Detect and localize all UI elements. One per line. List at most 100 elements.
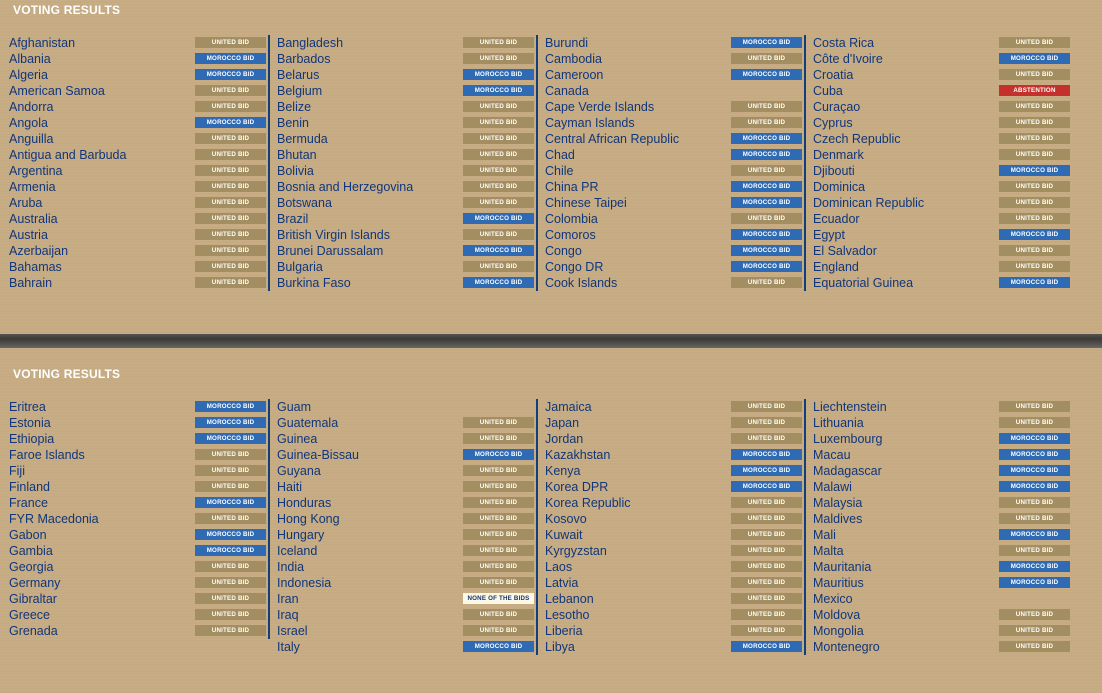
result-row: Italy MOROCCO BID bbox=[268, 639, 536, 655]
result-row: England UNITED BID bbox=[804, 259, 1072, 275]
result-row: Estonia MOROCCO BID bbox=[0, 415, 268, 431]
vote-badge: UNITED BID bbox=[999, 417, 1070, 428]
country-name: Bhutan bbox=[277, 148, 317, 162]
country-name: Guyana bbox=[277, 464, 321, 478]
vote-badge: MOROCCO BID bbox=[195, 529, 266, 540]
country-name: Burkina Faso bbox=[277, 276, 351, 290]
country-name: Kenya bbox=[545, 464, 581, 478]
vote-badge: UNITED BID bbox=[999, 641, 1070, 652]
result-row: Gibraltar UNITED BID bbox=[0, 591, 268, 607]
vote-badge: UNITED BID bbox=[463, 625, 534, 636]
vote-badge: UNITED BID bbox=[195, 101, 266, 112]
country-name: Azerbaijan bbox=[9, 244, 69, 258]
result-row: Burkina Faso MOROCCO BID bbox=[268, 275, 536, 291]
vote-badge: UNITED BID bbox=[999, 197, 1070, 208]
result-row: Georgia UNITED BID bbox=[0, 559, 268, 575]
result-row: Kenya MOROCCO BID bbox=[536, 463, 804, 479]
vote-badge: UNITED BID bbox=[999, 245, 1070, 256]
result-row: Djibouti MOROCCO BID bbox=[804, 163, 1072, 179]
country-name: Comoros bbox=[545, 228, 596, 242]
country-name: Latvia bbox=[545, 576, 579, 590]
vote-badge: UNITED BID bbox=[463, 561, 534, 572]
vote-badge: UNITED BID bbox=[463, 229, 534, 240]
country-name: Egypt bbox=[813, 228, 845, 242]
vote-badge: MOROCCO BID bbox=[731, 69, 802, 80]
vote-badge: MOROCCO BID bbox=[195, 117, 266, 128]
result-row: Côte d'Ivoire MOROCCO BID bbox=[804, 51, 1072, 67]
result-row: China PR MOROCCO BID bbox=[536, 179, 804, 195]
result-row: Cyprus UNITED BID bbox=[804, 115, 1072, 131]
vote-badge: MOROCCO BID bbox=[731, 133, 802, 144]
country-name: El Salvador bbox=[813, 244, 877, 258]
result-row: Lesotho UNITED BID bbox=[536, 607, 804, 623]
vote-badge: UNITED BID bbox=[195, 609, 266, 620]
result-row: Australia UNITED BID bbox=[0, 211, 268, 227]
country-name: Costa Rica bbox=[813, 36, 875, 50]
vote-badge: UNITED BID bbox=[195, 261, 266, 272]
country-name: Jamaica bbox=[545, 400, 592, 414]
vote-badge: UNITED BID bbox=[463, 117, 534, 128]
vote-badge: UNITED BID bbox=[999, 261, 1070, 272]
result-row: Grenada UNITED BID bbox=[0, 623, 268, 639]
country-name: Ecuador bbox=[813, 212, 860, 226]
vote-badge: UNITED BID bbox=[463, 261, 534, 272]
country-name: FYR Macedonia bbox=[9, 512, 99, 526]
vote-badge: UNITED BID bbox=[195, 165, 266, 176]
vote-badge: MOROCCO BID bbox=[999, 561, 1070, 572]
result-row: Denmark UNITED BID bbox=[804, 147, 1072, 163]
vote-badge: UNITED BID bbox=[999, 609, 1070, 620]
country-name: Dominican Republic bbox=[813, 196, 925, 210]
vote-badge: UNITED BID bbox=[731, 609, 802, 620]
results-column-2: Bangladesh UNITED BID Barbados UNITED BID Be… bbox=[268, 35, 538, 291]
country-name: Argentina bbox=[9, 164, 63, 178]
vote-badge: MOROCCO BID bbox=[195, 497, 266, 508]
country-name: Cambodia bbox=[545, 52, 602, 66]
vote-badge: UNITED BID bbox=[731, 513, 802, 524]
vote-badge: UNITED BID bbox=[195, 213, 266, 224]
vote-badge: UNITED BID bbox=[195, 85, 266, 96]
country-name: Grenada bbox=[9, 624, 58, 638]
panel-title: VOTING RESULTS bbox=[13, 367, 121, 381]
result-row: Malawi MOROCCO BID bbox=[804, 479, 1072, 495]
result-row: India UNITED BID bbox=[268, 559, 536, 575]
result-row: Gambia MOROCCO BID bbox=[0, 543, 268, 559]
vote-badge: MOROCCO BID bbox=[731, 37, 802, 48]
vote-badge: UNITED BID bbox=[999, 213, 1070, 224]
country-name: Jordan bbox=[545, 432, 584, 446]
result-row: Brunei Darussalam MOROCCO BID bbox=[268, 243, 536, 259]
result-row: Aruba UNITED BID bbox=[0, 195, 268, 211]
country-name: Mali bbox=[813, 528, 836, 542]
result-row: Congo DR MOROCCO BID bbox=[536, 259, 804, 275]
vote-badge: UNITED BID bbox=[731, 53, 802, 64]
country-name: Liberia bbox=[545, 624, 583, 638]
vote-badge: UNITED BID bbox=[999, 117, 1070, 128]
vote-badge: UNITED BID bbox=[999, 545, 1070, 556]
vote-badge: UNITED BID bbox=[731, 529, 802, 540]
vote-badge: MOROCCO BID bbox=[731, 261, 802, 272]
country-name: Maldives bbox=[813, 512, 863, 526]
country-name: Curaçao bbox=[813, 100, 861, 114]
country-name: Kyrgyzstan bbox=[545, 544, 607, 558]
vote-badge: UNITED BID bbox=[999, 133, 1070, 144]
result-row: Cape Verde Islands UNITED BID bbox=[536, 99, 804, 115]
vote-badge: UNITED BID bbox=[463, 149, 534, 160]
vote-badge: UNITED BID bbox=[999, 69, 1070, 80]
result-row: American Samoa UNITED BID bbox=[0, 83, 268, 99]
country-name: Korea DPR bbox=[545, 480, 609, 494]
vote-badge: UNITED BID bbox=[463, 529, 534, 540]
country-name: Djibouti bbox=[813, 164, 855, 178]
country-name: Bosnia and Herzegovina bbox=[277, 180, 414, 194]
country-name: Germany bbox=[9, 576, 61, 590]
result-row: El Salvador UNITED BID bbox=[804, 243, 1072, 259]
result-row: Costa Rica UNITED BID bbox=[804, 35, 1072, 51]
vote-badge: UNITED BID bbox=[731, 401, 802, 412]
country-name: Bahamas bbox=[9, 260, 62, 274]
result-row: Cameroon MOROCCO BID bbox=[536, 67, 804, 83]
result-row: Bosnia and Herzegovina UNITED BID bbox=[268, 179, 536, 195]
results-column-1: Afghanistan UNITED BID Albania MOROCCO BID A… bbox=[0, 35, 270, 291]
country-name: France bbox=[9, 496, 48, 510]
result-row: Argentina UNITED BID bbox=[0, 163, 268, 179]
vote-badge: MOROCCO BID bbox=[999, 449, 1070, 460]
vote-badge: UNITED BID bbox=[195, 593, 266, 604]
country-name: Bermuda bbox=[277, 132, 328, 146]
